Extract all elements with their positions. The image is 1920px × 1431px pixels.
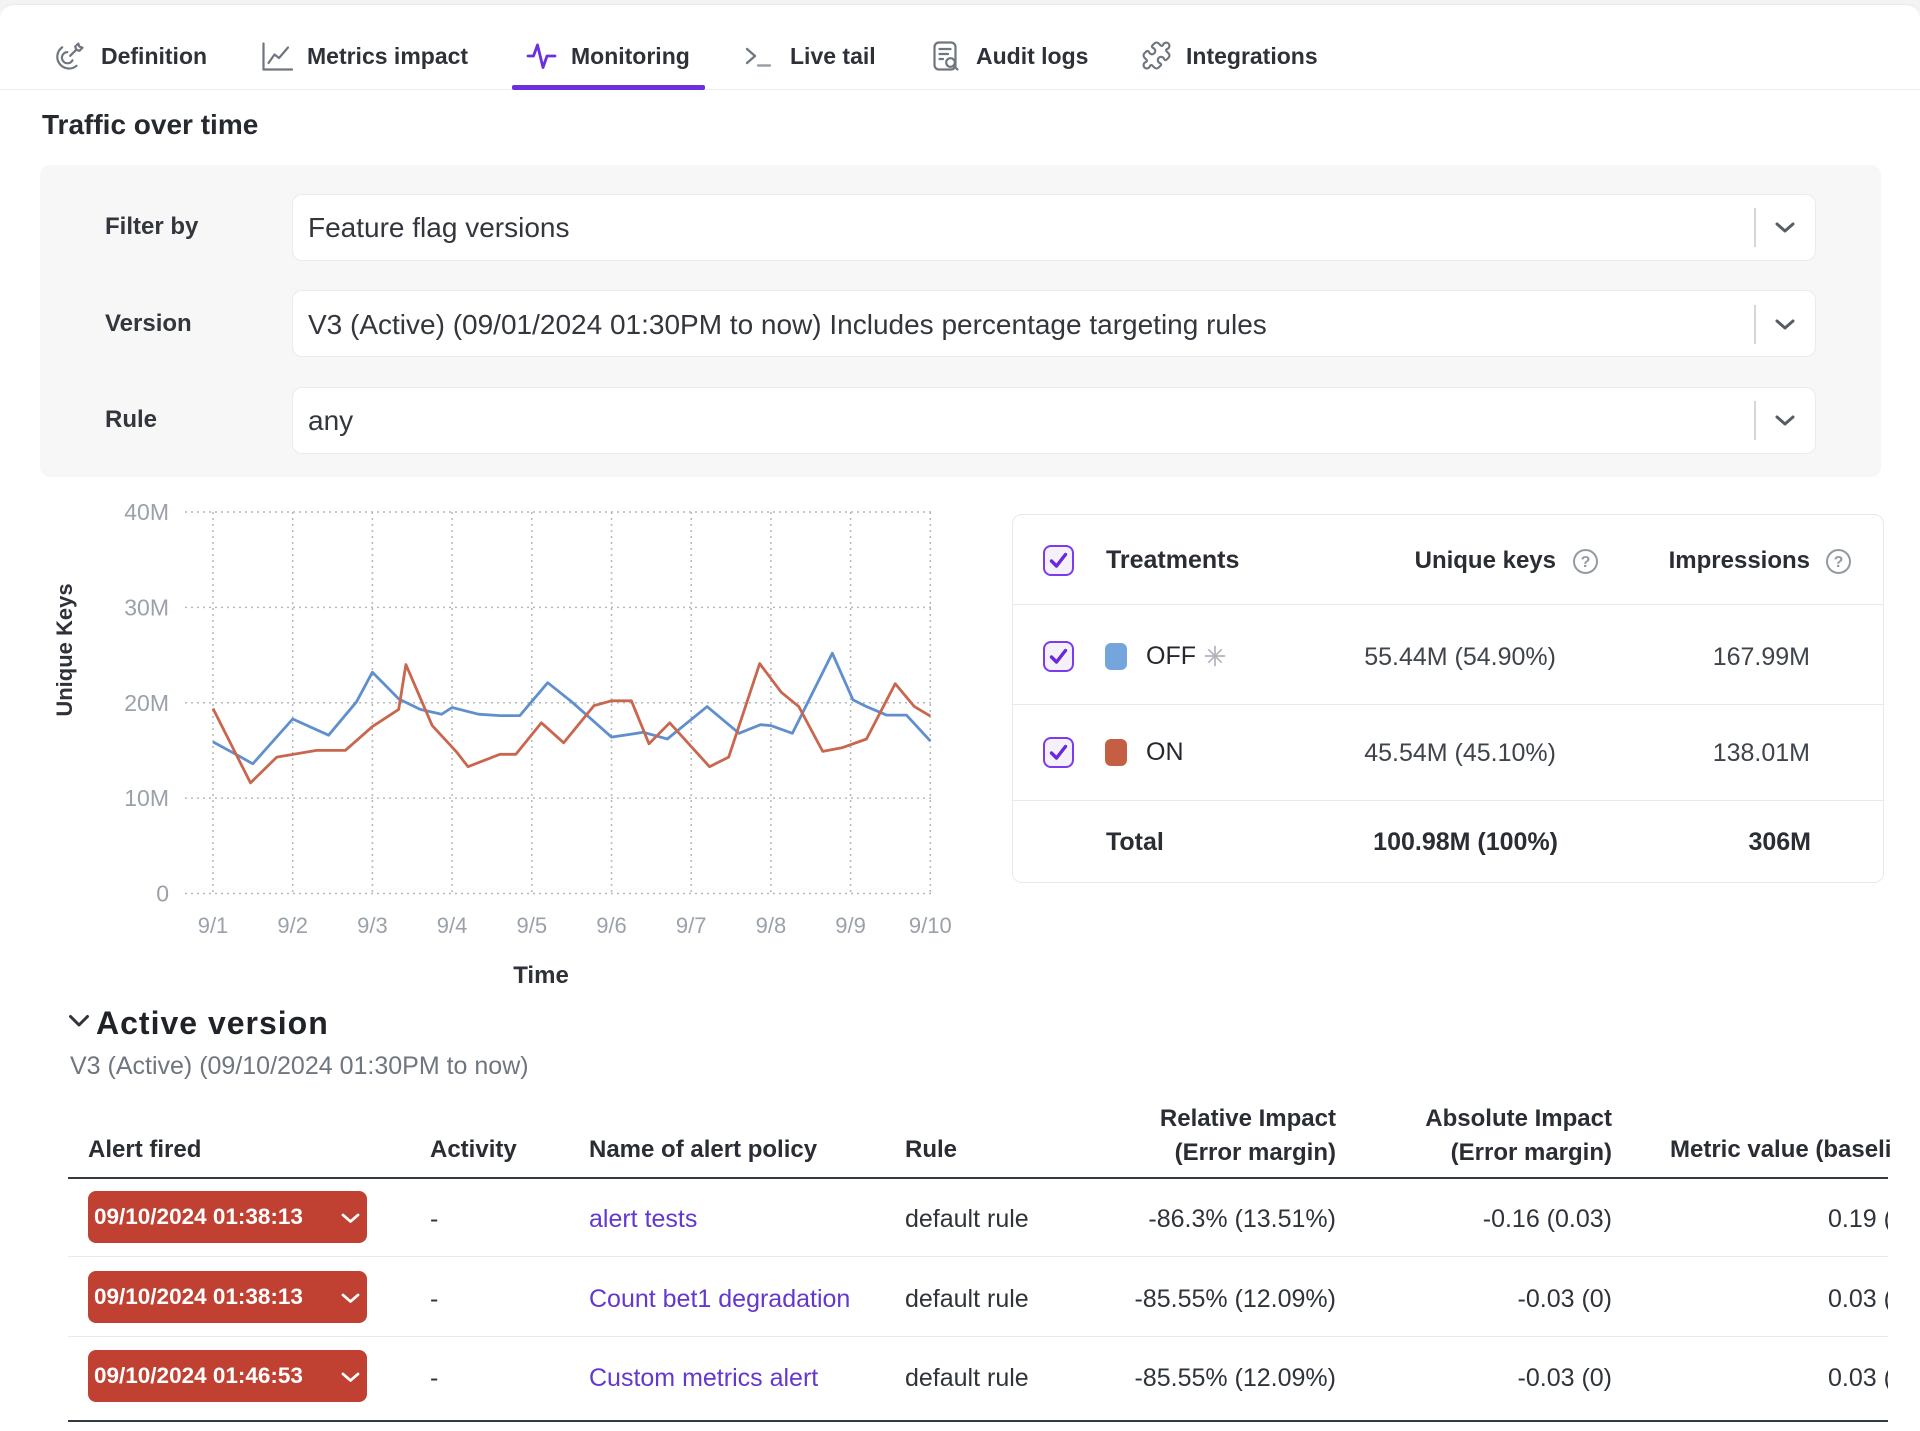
- svg-text:?: ?: [1834, 554, 1844, 571]
- svg-text:9/3: 9/3: [357, 913, 388, 938]
- svg-text:9/10: 9/10: [909, 913, 952, 938]
- svg-text:Unique Keys: Unique Keys: [52, 583, 77, 716]
- svg-text:9/2: 9/2: [277, 913, 308, 938]
- svg-text:40M: 40M: [124, 499, 169, 525]
- svg-text:9/5: 9/5: [517, 913, 548, 938]
- svg-text:9/4: 9/4: [437, 913, 468, 938]
- svg-text:9/8: 9/8: [756, 913, 787, 938]
- svg-text:Time: Time: [513, 962, 569, 989]
- svg-text:9/6: 9/6: [596, 913, 627, 938]
- svg-text:9/9: 9/9: [835, 913, 866, 938]
- svg-text:10M: 10M: [124, 785, 169, 811]
- svg-text:0: 0: [156, 881, 169, 907]
- svg-text:30M: 30M: [124, 594, 169, 620]
- svg-text:20M: 20M: [124, 690, 169, 716]
- svg-text:9/7: 9/7: [676, 913, 707, 938]
- svg-text:9/1: 9/1: [198, 913, 229, 938]
